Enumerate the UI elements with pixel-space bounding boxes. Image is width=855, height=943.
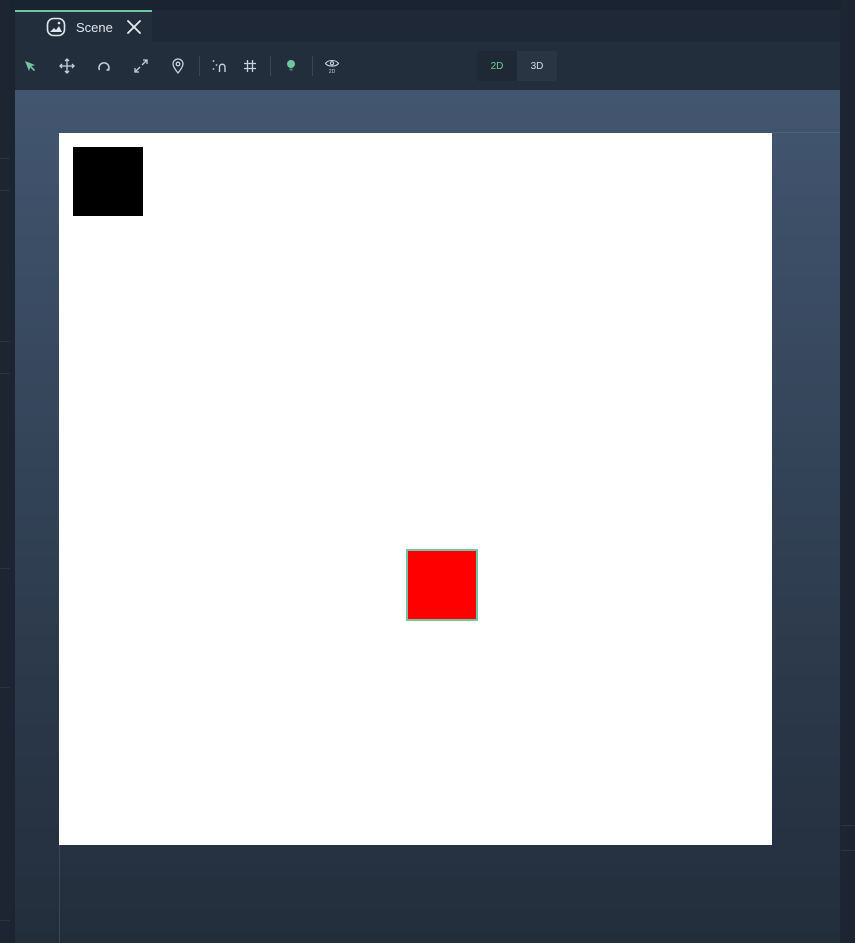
scene-toolbar: 2D 2D 3D — [15, 42, 840, 90]
snap-magnet-icon[interactable] — [207, 54, 231, 78]
scene-canvas[interactable] — [59, 133, 772, 845]
viewport-guide-line — [772, 132, 840, 133]
scene-icon — [46, 17, 66, 37]
left-panel-edge — [0, 0, 10, 943]
svg-text:2D: 2D — [329, 69, 336, 74]
rotate-icon[interactable] — [92, 54, 116, 78]
eye-2d-icon[interactable]: 2D — [320, 54, 344, 78]
view-mode-switch: 2D 3D — [477, 51, 557, 81]
title-strip — [0, 0, 855, 10]
black-square-object[interactable] — [73, 147, 143, 216]
cursor-arrow-icon[interactable] — [18, 54, 42, 78]
tab-scene[interactable]: Scene — [15, 10, 152, 42]
close-icon[interactable] — [126, 19, 142, 35]
tab-bar: Scene — [15, 10, 840, 42]
scene-viewport[interactable] — [15, 90, 840, 943]
viewport-guide-line — [59, 845, 60, 943]
expand-icon[interactable] — [129, 54, 153, 78]
tab-label: Scene — [76, 19, 113, 35]
mode-2d-button[interactable]: 2D — [477, 51, 517, 81]
mode-3d-button[interactable]: 3D — [517, 51, 557, 81]
location-pin-icon[interactable] — [166, 54, 190, 78]
editor-window: Scene 2D 2D 3D — [0, 0, 855, 943]
red-square-object-selected[interactable] — [406, 549, 478, 621]
lightbulb-icon[interactable] — [279, 54, 303, 78]
grid-hash-icon[interactable] — [238, 54, 262, 78]
right-panel-edge — [841, 0, 855, 943]
move-arrows-icon[interactable] — [55, 54, 79, 78]
